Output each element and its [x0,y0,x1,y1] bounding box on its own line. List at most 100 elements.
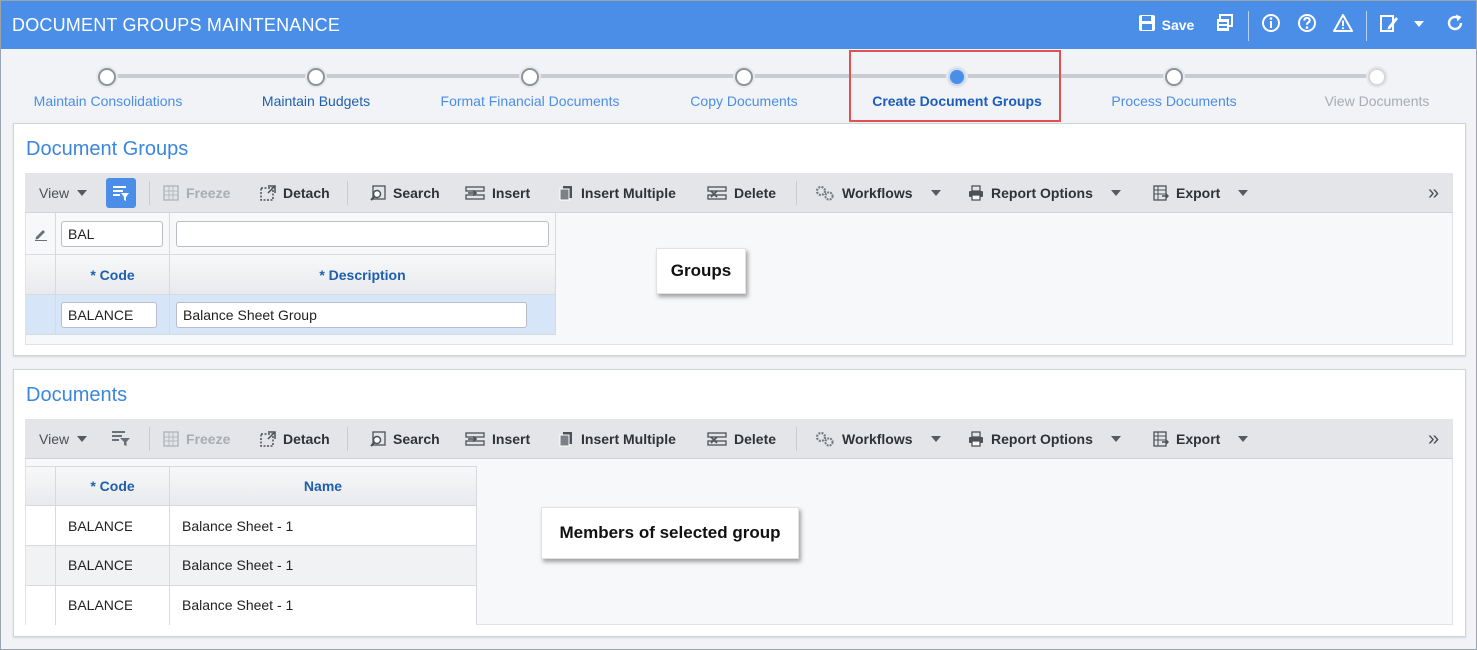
view-label: View [39,185,70,201]
step-format-financial-documents[interactable]: Format Financial Documents [441,93,620,109]
documents-panel: Documents View Freeze Detach Search Inse… [13,369,1466,637]
view-menu[interactable]: View [39,419,88,459]
insert-multiple-icon [558,431,574,447]
step-maintain-consolidations[interactable]: Maintain Consolidations [34,93,183,109]
document-groups-title: Document Groups [26,138,189,160]
step-dot-process-documents[interactable] [1165,68,1183,86]
filter-button[interactable] [106,173,136,213]
chevron-down-icon [77,436,88,442]
step-dot-maintain-budgets[interactable] [307,68,325,86]
info-button[interactable] [1260,12,1282,38]
filter-icon [106,178,136,208]
insert-row-icon [465,431,485,447]
print-icon [968,185,984,201]
workflows-menu[interactable]: Workflows [815,173,941,213]
row-selector[interactable] [26,546,56,586]
description-column-header[interactable]: * Description [170,255,556,295]
row-selector[interactable] [26,295,56,335]
row-selector-header [26,255,56,295]
delete-button[interactable]: Delete [707,173,776,213]
freeze-label: Freeze [186,185,231,201]
row-selector[interactable] [26,586,56,625]
export-menu[interactable]: Export [1153,419,1249,459]
step-dot-copy-documents[interactable] [735,68,753,86]
step-dot-maintain-consolidations[interactable] [98,68,116,86]
detach-icon [260,185,276,201]
search-button[interactable]: Search [370,419,440,459]
notes-button[interactable] [1378,12,1400,38]
insert-multiple-button[interactable]: Insert Multiple [558,419,676,459]
search-icon [370,431,386,447]
group-description-input[interactable] [176,302,527,328]
print-icon [968,431,984,447]
insert-button[interactable]: Insert [465,419,530,459]
warning-button[interactable] [1332,12,1354,38]
search-label: Search [393,185,440,201]
help-button[interactable] [1296,12,1318,38]
freeze-button[interactable]: Freeze [163,419,230,459]
table-row-description-cell [170,295,556,335]
refresh-icon [1445,13,1465,38]
refresh-button[interactable] [1444,12,1466,38]
detach-button[interactable]: Detach [260,419,330,459]
workflows-label: Workflows [842,185,913,201]
export-icon [1153,185,1170,201]
more-toolbar-button[interactable]: » [1428,173,1439,213]
step-dot-format-financial-documents[interactable] [521,68,539,86]
step-create-document-groups[interactable]: Create Document Groups [872,93,1042,109]
detach-button[interactable]: Detach [260,173,330,213]
print-button[interactable] [1214,12,1236,38]
save-button[interactable]: Save [1135,12,1197,38]
app-window: DOCUMENT GROUPS MAINTENANCE Save Maintai… [0,0,1477,650]
table-row-name-cell: Balance Sheet - 1 [170,546,477,586]
step-process-documents[interactable]: Process Documents [1111,93,1236,109]
search-button[interactable]: Search [370,173,440,213]
double-chevron-right-icon: » [1428,181,1440,204]
export-menu[interactable]: Export [1153,173,1249,213]
table-row-code-cell: BALANCE3 [56,586,170,625]
workflows-gear-icon [815,431,835,447]
detach-label: Detach [283,185,330,201]
code-filter-cell [56,213,170,255]
delete-button[interactable]: Delete [707,419,776,459]
description-filter-input[interactable] [176,221,549,247]
document-code: BALANCE3 [68,597,132,613]
step-copy-documents[interactable]: Copy Documents [690,93,797,109]
insert-button[interactable]: Insert [465,173,530,213]
view-label: View [39,431,70,447]
view-menu[interactable]: View [39,173,88,213]
workflows-menu[interactable]: Workflows [815,419,941,459]
chevron-down-icon [930,436,941,442]
code-filter-input[interactable] [61,221,163,247]
freeze-icon [163,431,179,447]
wizard-steps: Maintain Consolidations Maintain Budgets… [1,49,1476,121]
step-dot-create-document-groups[interactable] [948,68,966,86]
insert-label: Insert [492,185,531,201]
filter-button[interactable] [111,419,131,459]
report-options-menu[interactable]: Report Options [968,419,1121,459]
notes-dropdown-button[interactable] [1410,12,1428,38]
delete-label: Delete [734,185,777,201]
freeze-icon [163,185,179,201]
members-callout: Members of selected group [541,507,799,559]
document-code: BALANCE2 [68,557,132,573]
groups-callout: Groups [656,248,746,294]
name-column-header[interactable]: Name [170,466,477,506]
row-selector[interactable] [26,506,56,546]
freeze-label: Freeze [186,431,231,447]
toolbar-separator [149,427,150,451]
code-column-header[interactable]: * Code [56,255,170,295]
report-options-menu[interactable]: Report Options [968,173,1121,213]
page-title: DOCUMENT GROUPS MAINTENANCE [12,15,341,35]
more-toolbar-button[interactable]: » [1428,419,1439,459]
group-code-input[interactable] [61,302,157,328]
step-maintain-budgets[interactable]: Maintain Budgets [262,93,370,109]
filter-row-indicator [26,213,56,255]
search-icon [370,185,386,201]
code-column-header[interactable]: * Code [56,466,170,506]
report-options-label: Report Options [991,431,1093,447]
insert-multiple-button[interactable]: Insert Multiple [558,173,676,213]
freeze-button[interactable]: Freeze [163,173,230,213]
insert-row-icon [465,185,485,201]
delete-label: Delete [734,431,777,447]
